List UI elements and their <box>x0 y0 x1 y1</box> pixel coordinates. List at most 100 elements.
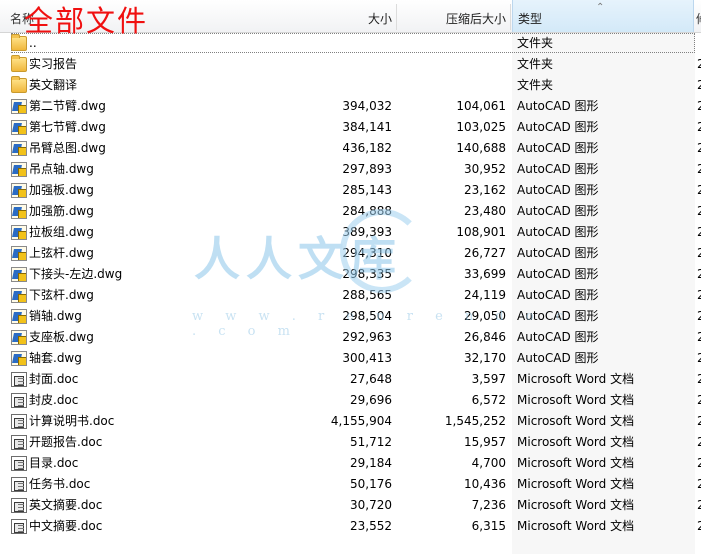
autocad-file-icon <box>11 162 27 177</box>
file-row[interactable]: 第二节臂.dwg 394,032 104,061 AutoCAD 图形 2 <box>0 96 701 117</box>
file-size: 294,310 <box>342 246 392 260</box>
file-modified: 2 <box>697 57 701 71</box>
file-modified: 2 <box>697 498 701 512</box>
file-type: AutoCAD 图形 <box>517 246 599 260</box>
file-row[interactable]: 英文翻译 文件夹 2 <box>0 75 701 96</box>
file-size: 297,893 <box>342 162 392 176</box>
autocad-file-icon <box>11 120 27 135</box>
file-size: 4,155,904 <box>330 414 392 428</box>
file-row[interactable]: 吊点轴.dwg 297,893 30,952 AutoCAD 图形 2 <box>0 159 701 180</box>
file-type: Microsoft Word 文档 <box>517 519 635 533</box>
file-name: 实习报告 <box>29 57 78 71</box>
file-type: Microsoft Word 文档 <box>517 393 635 407</box>
file-row[interactable]: 上弦杆.dwg 294,310 26,727 AutoCAD 图形 2 <box>0 243 701 264</box>
file-name: 加强筋.dwg <box>29 204 94 218</box>
autocad-file-icon <box>11 309 27 324</box>
file-name: 吊点轴.dwg <box>29 162 94 176</box>
file-size: 394,032 <box>342 99 392 113</box>
file-name: 封面.doc <box>29 372 79 386</box>
file-name: 目录.doc <box>29 456 79 470</box>
column-header-modified[interactable]: 修 <box>696 0 701 32</box>
file-packed-size: 6,315 <box>471 519 506 533</box>
file-type: AutoCAD 图形 <box>517 162 599 176</box>
file-size: 298,335 <box>342 267 392 281</box>
folder-icon <box>11 76 27 93</box>
file-row[interactable]: 封面.doc 27,648 3,597 Microsoft Word 文档 2 <box>0 369 701 390</box>
file-packed-size: 29,050 <box>464 309 506 323</box>
file-name: 轴套.dwg <box>29 351 82 365</box>
file-size: 284,888 <box>342 204 392 218</box>
file-type: Microsoft Word 文档 <box>517 435 635 449</box>
file-name: 开题报告.doc <box>29 435 103 449</box>
file-name: 第七节臂.dwg <box>29 120 106 134</box>
file-row[interactable]: 下接头-左边.dwg 298,335 33,699 AutoCAD 图形 2 <box>0 264 701 285</box>
file-packed-size: 26,846 <box>464 330 506 344</box>
autocad-file-icon <box>11 288 27 303</box>
file-type: AutoCAD 图形 <box>517 204 599 218</box>
file-name: 下接头-左边.dwg <box>29 267 123 281</box>
file-row[interactable]: 轴套.dwg 300,413 32,170 AutoCAD 图形 2 <box>0 348 701 369</box>
file-size: 298,504 <box>342 309 392 323</box>
file-size: 23,552 <box>350 519 392 533</box>
file-row[interactable]: 开题报告.doc 51,712 15,957 Microsoft Word 文档 2 <box>0 432 701 453</box>
word-document-icon <box>11 372 27 387</box>
file-modified: 2 <box>697 330 701 344</box>
file-row[interactable]: 实习报告 文件夹 2 <box>0 54 701 75</box>
file-row[interactable]: 拉板组.dwg 389,393 108,901 AutoCAD 图形 2 <box>0 222 701 243</box>
file-row[interactable]: 下弦杆.dwg 288,565 24,119 AutoCAD 图形 2 <box>0 285 701 306</box>
file-row[interactable]: 加强筋.dwg 284,888 23,480 AutoCAD 图形 2 <box>0 201 701 222</box>
file-size: 292,963 <box>342 330 392 344</box>
file-row[interactable]: 计算说明书.doc 4,155,904 1,545,252 Microsoft Wor… <box>0 411 701 432</box>
file-modified: 2 <box>697 309 701 323</box>
file-size: 288,565 <box>342 288 392 302</box>
file-row[interactable]: 支座板.dwg 292,963 26,846 AutoCAD 图形 2 <box>0 327 701 348</box>
file-name: 第二节臂.dwg <box>29 99 106 113</box>
file-row[interactable]: 吊臂总图.dwg 436,182 140,688 AutoCAD 图形 2 <box>0 138 701 159</box>
file-modified: 2 <box>697 141 701 155</box>
word-document-icon <box>11 456 27 471</box>
file-row[interactable]: 英文摘要.doc 30,720 7,236 Microsoft Word 文档 2 <box>0 495 701 516</box>
file-type: 文件夹 <box>517 57 554 71</box>
file-size: 300,413 <box>342 351 392 365</box>
file-packed-size: 108,901 <box>456 225 506 239</box>
file-name: 支座板.dwg <box>29 330 94 344</box>
autocad-file-icon <box>11 141 27 156</box>
file-row[interactable]: 目录.doc 29,184 4,700 Microsoft Word 文档 2 <box>0 453 701 474</box>
file-modified: 2 <box>697 372 701 386</box>
file-name: 计算说明书.doc <box>29 414 115 428</box>
column-divider[interactable] <box>510 4 511 30</box>
file-name: 上弦杆.dwg <box>29 246 94 260</box>
file-name: 英文摘要.doc <box>29 498 103 512</box>
column-header-size[interactable]: 大小 <box>330 0 392 32</box>
word-document-icon <box>11 477 27 492</box>
file-row[interactable]: 销轴.dwg 298,504 29,050 AutoCAD 图形 2 <box>0 306 701 327</box>
file-name: 封皮.doc <box>29 393 79 407</box>
file-type: AutoCAD 图形 <box>517 120 599 134</box>
file-name: 销轴.dwg <box>29 309 82 323</box>
file-row[interactable]: 加强板.dwg 285,143 23,162 AutoCAD 图形 2 <box>0 180 701 201</box>
folder-icon <box>11 34 27 51</box>
overlay-title: 全部文件 <box>24 4 149 38</box>
file-packed-size: 10,436 <box>464 477 506 491</box>
file-row[interactable]: 封皮.doc 29,696 6,572 Microsoft Word 文档 2 <box>0 390 701 411</box>
column-header-packed-size[interactable]: 压缩后大小 <box>400 0 506 32</box>
file-packed-size: 23,162 <box>464 183 506 197</box>
file-size: 384,141 <box>342 120 392 134</box>
file-type: 文件夹 <box>517 36 554 50</box>
file-modified: 2 <box>697 78 701 92</box>
file-modified: 2 <box>697 120 701 134</box>
file-row[interactable]: 第七节臂.dwg 384,141 103,025 AutoCAD 图形 2 <box>0 117 701 138</box>
file-name: 吊臂总图.dwg <box>29 141 106 155</box>
file-name: 任务书.doc <box>29 477 91 491</box>
autocad-file-icon <box>11 330 27 345</box>
file-size: 51,712 <box>350 435 392 449</box>
file-row[interactable]: 任务书.doc 50,176 10,436 Microsoft Word 文档 2 <box>0 474 701 495</box>
file-row[interactable]: 中文摘要.doc 23,552 6,315 Microsoft Word 文档 2 <box>0 516 701 537</box>
file-name: 下弦杆.dwg <box>29 288 94 302</box>
file-modified: 2 <box>697 435 701 449</box>
file-type: AutoCAD 图形 <box>517 141 599 155</box>
column-divider[interactable] <box>396 4 397 30</box>
file-name: 英文翻译 <box>29 78 78 92</box>
file-packed-size: 30,952 <box>464 162 506 176</box>
file-modified: 2 <box>697 225 701 239</box>
